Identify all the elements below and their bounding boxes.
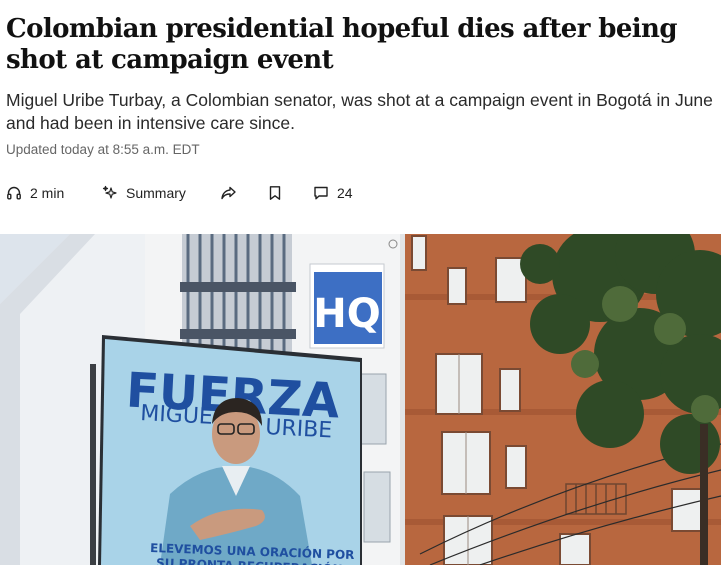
timestamp: Updated today at 8:55 a.m. EDT bbox=[6, 142, 200, 157]
bookmark-icon bbox=[268, 185, 282, 201]
sparkle-icon bbox=[102, 185, 118, 201]
headphones-icon bbox=[6, 185, 22, 201]
article-actions-bar: 2 min Summary 24 bbox=[6, 182, 406, 204]
summary-button[interactable]: Summary bbox=[102, 182, 186, 204]
listen-duration: 2 min bbox=[30, 185, 65, 201]
summary-label: Summary bbox=[126, 185, 186, 201]
save-button[interactable] bbox=[268, 182, 282, 204]
share-button[interactable] bbox=[220, 182, 237, 204]
headline: Colombian presidential hopeful dies afte… bbox=[6, 14, 678, 75]
share-icon bbox=[220, 185, 237, 201]
article: Colombian presidential hopeful dies afte… bbox=[0, 0, 721, 565]
dek: Miguel Uribe Turbay, a Colombian senator… bbox=[6, 90, 713, 133]
comments-button[interactable]: 24 bbox=[313, 182, 353, 204]
billboard-name-last: URIBE bbox=[265, 415, 333, 443]
hq-sign-text: HQ bbox=[313, 291, 380, 337]
comments-count: 24 bbox=[337, 185, 353, 201]
lead-photo: HQ FUERZA MIGUEL URIBE ELEVEMOS UNA ORAC… bbox=[0, 234, 721, 565]
comment-icon bbox=[313, 185, 329, 201]
listen-button[interactable]: 2 min bbox=[6, 182, 64, 204]
